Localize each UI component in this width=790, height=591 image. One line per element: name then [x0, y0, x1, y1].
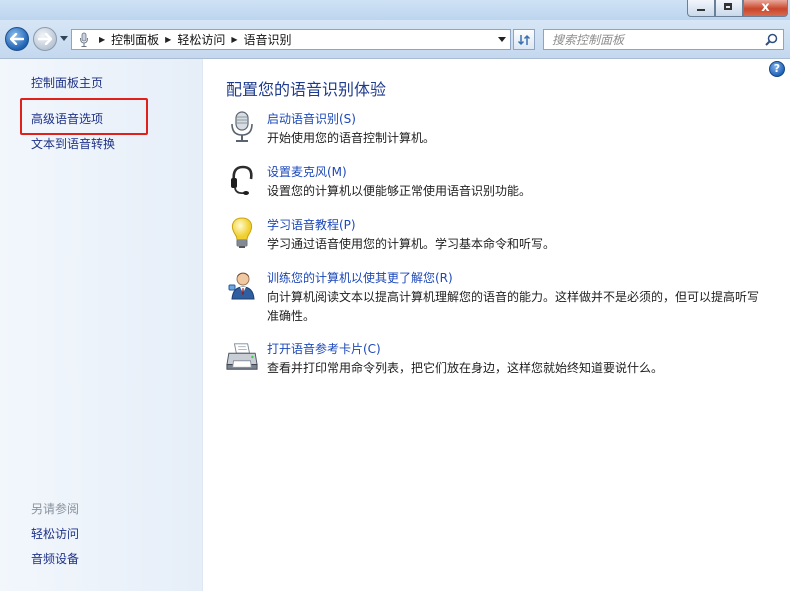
- search-input[interactable]: [552, 32, 762, 47]
- train-computer-description: 向计算机阅读文本以提高计算机理解您的语音的能力。这样做并不是必须的，但可以提高听…: [267, 290, 760, 323]
- minimize-icon: [697, 9, 705, 11]
- speech-tutorial-description: 学习通过语音使用您的计算机。学习基本命令和听写。: [267, 237, 556, 251]
- sidebar-link-control-panel-home[interactable]: 控制面板主页: [31, 74, 103, 91]
- microphone-icon: [231, 111, 253, 142]
- title-bar: x: [0, 0, 790, 20]
- microphone-icon: [75, 30, 93, 49]
- sidebar-link-audio-devices[interactable]: 音频设备: [31, 550, 79, 567]
- help-icon[interactable]: ?: [769, 61, 785, 77]
- speech-reference-card-link[interactable]: 打开语音参考卡片(C): [267, 340, 381, 357]
- speech-reference-card-description: 查看并打印常用命令列表，把它们放在身边，这样您就始终知道要说什么。: [267, 361, 664, 375]
- page-title: 配置您的语音识别体验: [226, 80, 387, 99]
- recent-pages-dropdown-icon[interactable]: [60, 36, 68, 42]
- printer-icon: [226, 343, 258, 370]
- breadcrumb-speech-recognition[interactable]: 语音识别: [244, 31, 292, 48]
- set-up-microphone-link[interactable]: 设置麦克风(M): [267, 163, 347, 180]
- address-bar[interactable]: ▶ 控制面板 ▶ 轻松访问 ▶ 语音识别: [71, 29, 511, 50]
- lightbulb-icon: [231, 217, 253, 248]
- train-computer-link[interactable]: 训练您的计算机以使其更了解您(R): [267, 269, 453, 286]
- sidebar-link-text-to-speech[interactable]: 文本到语音转换: [31, 135, 115, 152]
- breadcrumb-ease-of-access[interactable]: 轻松访问: [177, 31, 225, 48]
- navigation-bar: ▶ 控制面板 ▶ 轻松访问 ▶ 语音识别: [0, 20, 790, 59]
- search-icon[interactable]: [765, 33, 778, 46]
- forward-arrow-icon: [38, 33, 52, 45]
- start-speech-recognition-link[interactable]: 启动语音识别(S): [267, 110, 356, 127]
- refresh-icon: [517, 34, 531, 45]
- forward-button[interactable]: [33, 27, 57, 51]
- window-controls: x: [687, 0, 788, 17]
- start-speech-recognition-description: 开始使用您的语音控制计算机。: [267, 131, 436, 145]
- maximize-icon: [724, 3, 732, 10]
- user-training-icon: [228, 272, 255, 300]
- back-arrow-icon: [10, 33, 24, 45]
- close-icon: x: [761, 0, 770, 15]
- see-also-heading: 另请参阅: [31, 502, 80, 516]
- back-button[interactable]: [5, 27, 29, 51]
- close-button[interactable]: x: [743, 0, 788, 17]
- search-box[interactable]: [543, 29, 784, 50]
- breadcrumb-separator[interactable]: ▶: [231, 35, 237, 44]
- sidebar-link-advanced-speech-options[interactable]: 高级语音选项: [31, 110, 103, 127]
- sidebar-link-ease-of-access[interactable]: 轻松访问: [31, 525, 79, 542]
- refresh-button[interactable]: [513, 29, 535, 50]
- set-up-microphone-description: 设置您的计算机以便能够正常使用语音识别功能。: [267, 184, 532, 198]
- minimize-button[interactable]: [687, 0, 715, 17]
- maximize-button[interactable]: [715, 0, 743, 17]
- breadcrumb-separator[interactable]: ▶: [99, 35, 105, 44]
- breadcrumb-separator[interactable]: ▶: [165, 35, 171, 44]
- headset-icon: [231, 165, 253, 195]
- address-dropdown-icon[interactable]: [498, 37, 506, 42]
- breadcrumb-control-panel[interactable]: 控制面板: [111, 31, 159, 48]
- speech-tutorial-link[interactable]: 学习语音教程(P): [267, 216, 356, 233]
